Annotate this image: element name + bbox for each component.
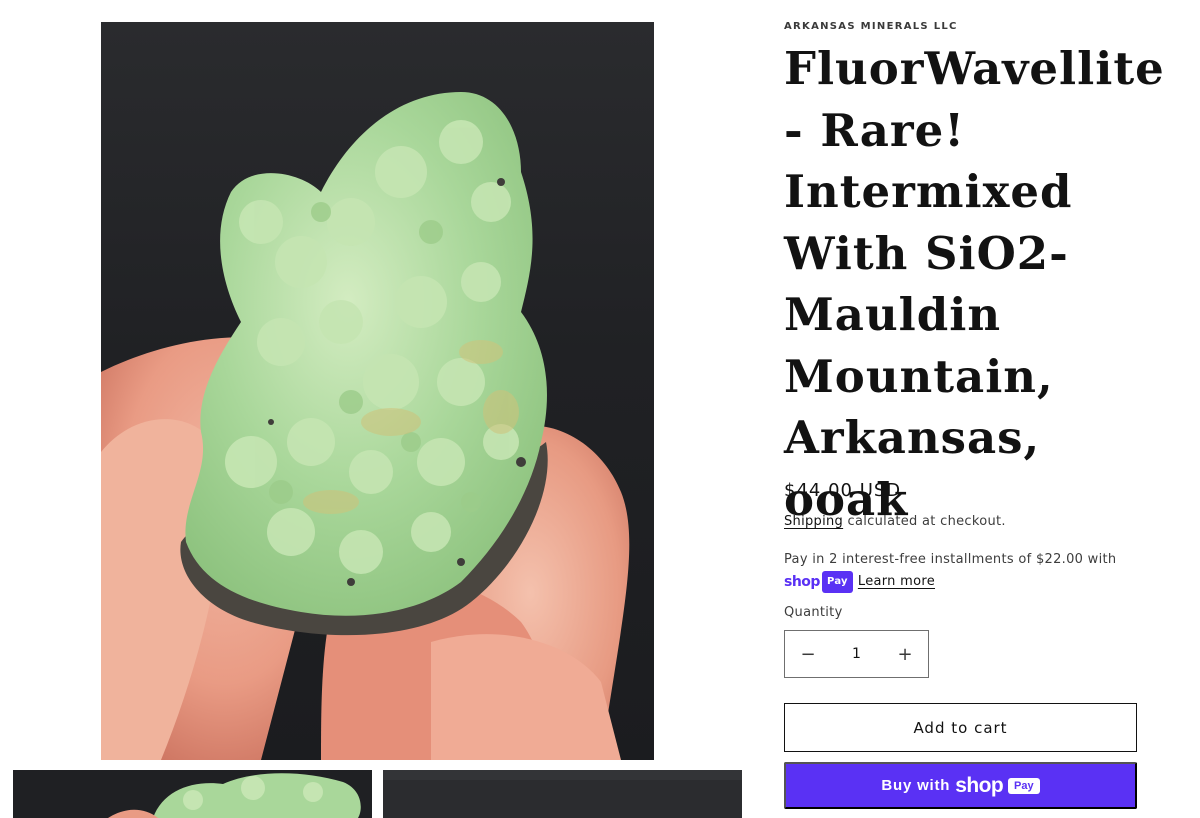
product-price: $44.00 USD (784, 480, 902, 501)
shoppay-pay-pill: Pay (821, 571, 853, 593)
gallery-thumbnail-1[interactable] (13, 770, 372, 818)
buy-with-shoppay-button[interactable]: Buy with shop Pay (784, 762, 1137, 809)
specimen-photo-drawing (101, 92, 630, 760)
quantity-label: Quantity (784, 605, 843, 620)
plus-icon: + (897, 643, 913, 665)
shipping-note: Shipping calculated at checkout. (784, 514, 1006, 529)
quantity-stepper: − + (784, 630, 929, 678)
pay-badge-icon: Pay (1008, 777, 1040, 794)
buy-with-label: Buy with (881, 777, 951, 794)
shoppay-installments: Pay in 2 interest-free installments of $… (784, 550, 1144, 593)
product-title-line: Mauldin (784, 288, 1002, 341)
product-title-line: Mountain, (784, 349, 1054, 403)
product-title-line: Arkansas, ooak (784, 411, 1041, 526)
vendor-name: ARKANSAS MINERALS LLC (784, 21, 958, 32)
product-title-line: Intermixed (784, 165, 1073, 218)
shop-logo-icon: shop (955, 773, 1004, 797)
shoppay-logo-icon: shop Pay (784, 571, 853, 593)
add-to-cart-label: Add to cart (913, 718, 1008, 737)
shipping-link[interactable]: Shipping (784, 514, 843, 529)
product-title-line: FluorWavellite (784, 42, 1165, 95)
product-title-line: With SiO2- (784, 226, 1069, 280)
product-title: FluorWavellite - Rare! Intermixed With S… (784, 38, 1165, 530)
add-to-cart-button[interactable]: Add to cart (784, 703, 1137, 752)
shoppay-shop-word: shop (784, 574, 820, 590)
thumbnail-2-drawing (383, 770, 742, 818)
main-product-image[interactable] (101, 22, 654, 760)
shipping-note-text: calculated at checkout. (843, 514, 1006, 529)
shoppay-row: shop Pay Learn more (784, 571, 1144, 593)
quantity-input[interactable] (831, 646, 882, 662)
minus-icon: − (800, 643, 816, 665)
product-title-line: - Rare! (784, 103, 966, 157)
installments-text: Pay in 2 interest-free installments of $… (784, 552, 1117, 567)
quantity-increase-button[interactable]: + (882, 631, 928, 677)
thumbnail-1-drawing (13, 770, 372, 818)
gallery-thumbnail-2[interactable] (383, 770, 742, 818)
quantity-decrease-button[interactable]: − (785, 631, 831, 677)
learn-more-link[interactable]: Learn more (858, 572, 935, 592)
